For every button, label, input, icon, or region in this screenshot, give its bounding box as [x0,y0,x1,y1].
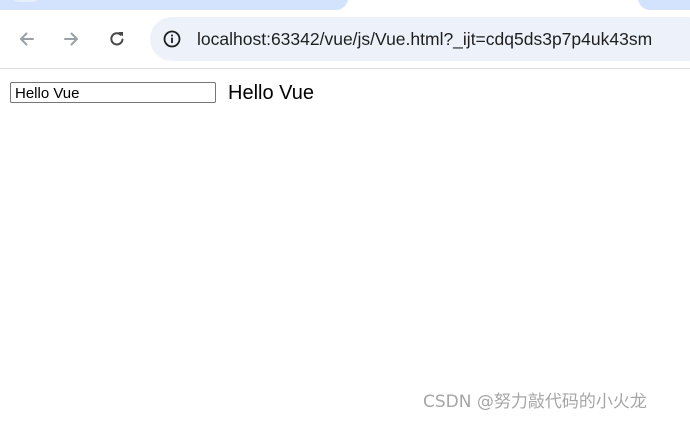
tab-favicon-area [10,0,42,2]
tab-strip [0,0,690,10]
back-button[interactable] [12,24,42,54]
reload-icon [110,32,124,46]
arrow-left-icon [20,32,34,46]
reload-button[interactable] [102,24,132,54]
csdn-watermark: CSDN @努力敲代码的小火龙 [423,392,647,412]
browser-toolbar: localhost:63342/vue/js/Vue.html?_ijt=cdq… [0,10,690,69]
site-info-button[interactable] [158,25,186,53]
url-path: :63342/vue/js/Vue.html?_ijt=cdq5ds3p7p4u… [266,29,653,49]
page-content: Hello Vue [0,69,690,421]
message-output: Hello Vue [228,82,314,104]
browser-window: localhost:63342/vue/js/Vue.html?_ijt=cdq… [0,0,690,421]
forward-button[interactable] [56,24,86,54]
tab-active[interactable] [0,0,348,10]
tab-new-area[interactable] [638,0,690,10]
url-text[interactable]: localhost:63342/vue/js/Vue.html?_ijt=cdq… [197,28,652,50]
address-bar[interactable]: localhost:63342/vue/js/Vue.html?_ijt=cdq… [150,17,690,61]
info-circle-icon [163,30,181,48]
arrow-right-icon [64,32,78,46]
url-host: localhost [197,29,267,49]
message-input[interactable] [10,82,216,103]
